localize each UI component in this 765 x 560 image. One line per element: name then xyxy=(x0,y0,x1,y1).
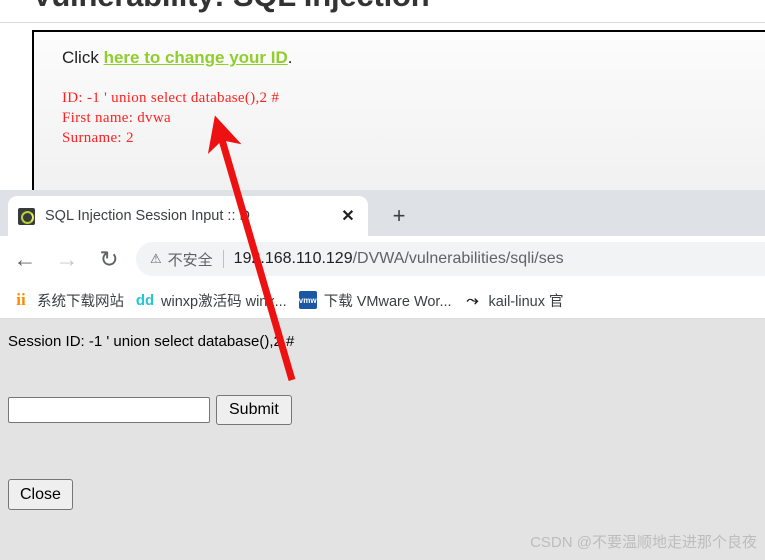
sql-result-output: ID: -1 ' union select database(),2 # Fir… xyxy=(62,90,280,146)
bookmark-icon-vmware: vmw xyxy=(298,291,317,309)
reload-icon[interactable]: ↻ xyxy=(92,242,126,276)
session-id-text: Session ID: -1 ' union select database()… xyxy=(8,333,295,350)
dvwa-favicon-icon xyxy=(18,207,35,225)
back-arrow-icon[interactable]: ← xyxy=(8,242,42,276)
vulnerability-result-box: Click here to change your ID. ID: -1 ' u… xyxy=(32,30,765,192)
page-viewport: Session ID: -1 ' union select database()… xyxy=(0,319,765,560)
background-dvwa-page: Vulnerability: SQL Injection Click here … xyxy=(0,0,765,192)
url-path: /DVWA/vulnerabilities/sqli/ses xyxy=(352,250,564,267)
csdn-watermark: CSDN @不要温顺地走进那个良夜 xyxy=(530,534,757,551)
close-button[interactable]: Close xyxy=(8,479,73,510)
title-divider xyxy=(0,22,765,23)
close-icon[interactable]: ✕ xyxy=(338,206,358,226)
browser-tab[interactable]: SQL Injection Session Input :: D ✕ xyxy=(8,196,368,236)
bookmark-item-3[interactable]: ⤳ kail-linux 官 xyxy=(464,290,564,311)
bookmark-item-1[interactable]: dd winxp激活码 winx... xyxy=(136,290,287,311)
screenshot-root: Vulnerability: SQL Injection Click here … xyxy=(0,0,765,560)
bookmark-label-3: kail-linux 官 xyxy=(488,293,564,310)
url-host: 192.168.110.129 xyxy=(233,250,353,267)
session-id-input[interactable] xyxy=(8,397,210,423)
security-status-label: 不安全 xyxy=(167,251,213,269)
bookmark-label-1: winxp激活码 winx... xyxy=(161,293,287,310)
tab-strip: SQL Injection Session Input :: D ✕ + xyxy=(0,190,765,236)
bookmarks-bar: ii 系统下载网站 dd winxp激活码 winx... vmw 下载 VMw… xyxy=(0,282,765,319)
page-title: Vulnerability: SQL Injection xyxy=(32,0,430,14)
click-suffix-text: . xyxy=(287,48,293,67)
bookmark-icon-dd: dd xyxy=(135,291,155,309)
bookmark-icon-ii: ii xyxy=(16,290,26,309)
omnibox-divider xyxy=(222,250,224,268)
bookmark-label-2: 下载 VMware Wor... xyxy=(323,293,452,310)
new-tab-button[interactable]: + xyxy=(386,203,412,229)
browser-toolbar: ← → ↻ ⚠ 不安全 192.168.110.129/DVWA/vulnera… xyxy=(0,236,765,282)
warning-triangle-icon: ⚠ xyxy=(150,251,162,266)
change-id-link[interactable]: here to change your ID xyxy=(104,48,288,67)
submit-button[interactable]: Submit xyxy=(216,395,292,425)
url-text: 192.168.110.129/DVWA/vulnerabilities/sql… xyxy=(234,250,765,268)
click-prefix-text: Click xyxy=(62,48,104,67)
browser-window: SQL Injection Session Input :: D ✕ + ← →… xyxy=(0,190,765,560)
bookmark-icon-kali-dragon: ⤳ xyxy=(466,291,479,309)
bookmark-item-2[interactable]: vmw 下载 VMware Wor... xyxy=(298,290,452,311)
bookmark-label-0: 系统下载网站 xyxy=(37,293,124,310)
address-bar[interactable]: ⚠ 不安全 192.168.110.129/DVWA/vulnerabiliti… xyxy=(136,242,765,276)
session-form: Submit xyxy=(8,395,292,425)
bookmark-item-0[interactable]: ii 系统下载网站 xyxy=(12,290,124,311)
change-id-prompt: Click here to change your ID. xyxy=(62,48,293,68)
tab-title: SQL Injection Session Input :: D xyxy=(45,208,250,224)
forward-arrow-icon[interactable]: → xyxy=(50,242,84,276)
